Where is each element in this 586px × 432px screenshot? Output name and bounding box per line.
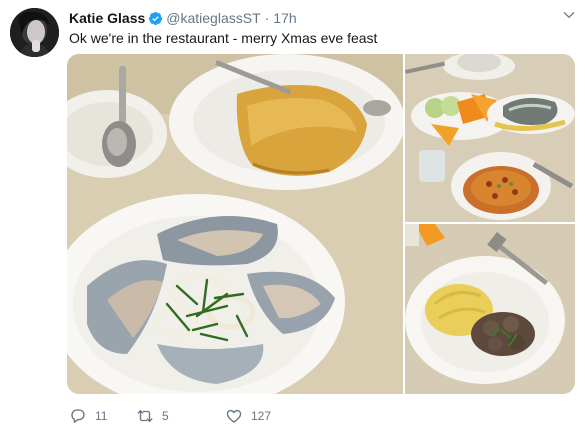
reply-count: 11 bbox=[95, 409, 108, 423]
separator-dot: · bbox=[264, 10, 270, 26]
like-button[interactable]: 127 bbox=[225, 407, 305, 425]
reply-icon bbox=[71, 409, 85, 423]
retweet-count: 5 bbox=[162, 409, 169, 423]
like-count: 127 bbox=[251, 409, 272, 423]
avatar[interactable] bbox=[10, 8, 59, 57]
author-handle[interactable]: @katieglassST bbox=[166, 10, 260, 26]
verified-badge-icon bbox=[149, 11, 163, 25]
chevron-down-icon[interactable] bbox=[562, 8, 576, 22]
reply-button[interactable]: 11 bbox=[69, 407, 141, 425]
author-name[interactable]: Katie Glass bbox=[69, 10, 145, 26]
retweet-button[interactable]: 5 bbox=[136, 407, 228, 425]
timestamp[interactable]: 17h bbox=[273, 10, 296, 26]
photo-mashed-potatoes[interactable] bbox=[405, 224, 575, 394]
like-icon bbox=[226, 409, 242, 423]
photo-herring-pancakes[interactable] bbox=[67, 54, 403, 394]
photo-platter[interactable] bbox=[405, 54, 575, 222]
retweet-icon bbox=[137, 410, 153, 422]
media-grid bbox=[67, 54, 575, 394]
tweet-header: Katie Glass @katieglassST · 17h bbox=[69, 9, 297, 27]
avatar-image bbox=[10, 8, 59, 57]
tweet-text: Ok we're in the restaurant - merry Xmas … bbox=[69, 30, 378, 46]
tweet-actions: 11 5 127 bbox=[69, 404, 305, 428]
